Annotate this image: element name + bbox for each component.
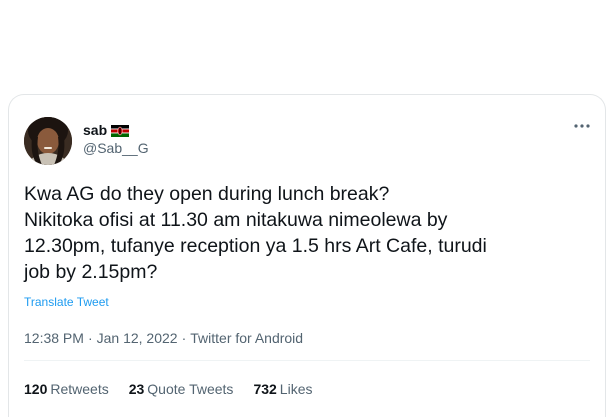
tweet-text-line: Kwa AG do they open during lunch break? bbox=[24, 183, 390, 205]
likes-stat[interactable]: 732 Likes bbox=[253, 381, 312, 397]
tweet-text: Kwa AG do they open during lunch break? … bbox=[24, 181, 599, 285]
tweet-time[interactable]: 12:38 PM bbox=[24, 330, 84, 346]
retweets-label: Retweets bbox=[50, 381, 109, 397]
more-horizontal-icon bbox=[574, 124, 590, 128]
divider bbox=[24, 360, 590, 361]
avatar[interactable] bbox=[24, 117, 72, 165]
tweet-text-line: Nikitoka ofisi at 11.30 am nitakuwa nime… bbox=[24, 209, 448, 231]
author-handle[interactable]: @Sab__G bbox=[83, 140, 149, 156]
translate-tweet-link[interactable]: Translate Tweet bbox=[24, 295, 109, 309]
avatar-photo bbox=[24, 117, 72, 165]
tweet-card: sab @Sab__G Kwa AG do they open during l… bbox=[8, 94, 606, 417]
quote-tweets-label: Quote Tweets bbox=[147, 381, 234, 397]
kenya-flag-icon bbox=[111, 124, 130, 137]
meta-separator: · bbox=[87, 330, 93, 346]
likes-count: 732 bbox=[253, 381, 277, 397]
tweet-source[interactable]: Twitter for Android bbox=[190, 330, 303, 346]
tweet-text-line: 12.30pm, tufanye reception ya 1.5 hrs Ar… bbox=[24, 235, 487, 257]
meta-separator: · bbox=[181, 330, 187, 346]
quote-tweets-count: 23 bbox=[128, 381, 145, 397]
quote-tweets-stat[interactable]: 23 Quote Tweets bbox=[129, 381, 234, 397]
likes-label: Likes bbox=[279, 381, 313, 397]
tweet-meta: 12:38 PM · Jan 12, 2022 · Twitter for Androi… bbox=[24, 330, 303, 346]
page: sab @Sab__G Kwa AG do they open during l… bbox=[0, 0, 615, 417]
tweet-date[interactable]: Jan 12, 2022 bbox=[97, 330, 178, 346]
retweets-count: 120 bbox=[24, 381, 48, 397]
more-options-button[interactable] bbox=[569, 117, 595, 135]
engagement-stats: 120 Retweets 23 Quote Tweets 732 Likes bbox=[24, 381, 332, 397]
author-name-row: sab bbox=[83, 121, 130, 139]
author-name[interactable]: sab bbox=[83, 122, 107, 138]
tweet-text-line: job by 2.15pm? bbox=[24, 261, 158, 283]
retweets-stat[interactable]: 120 Retweets bbox=[24, 381, 109, 397]
